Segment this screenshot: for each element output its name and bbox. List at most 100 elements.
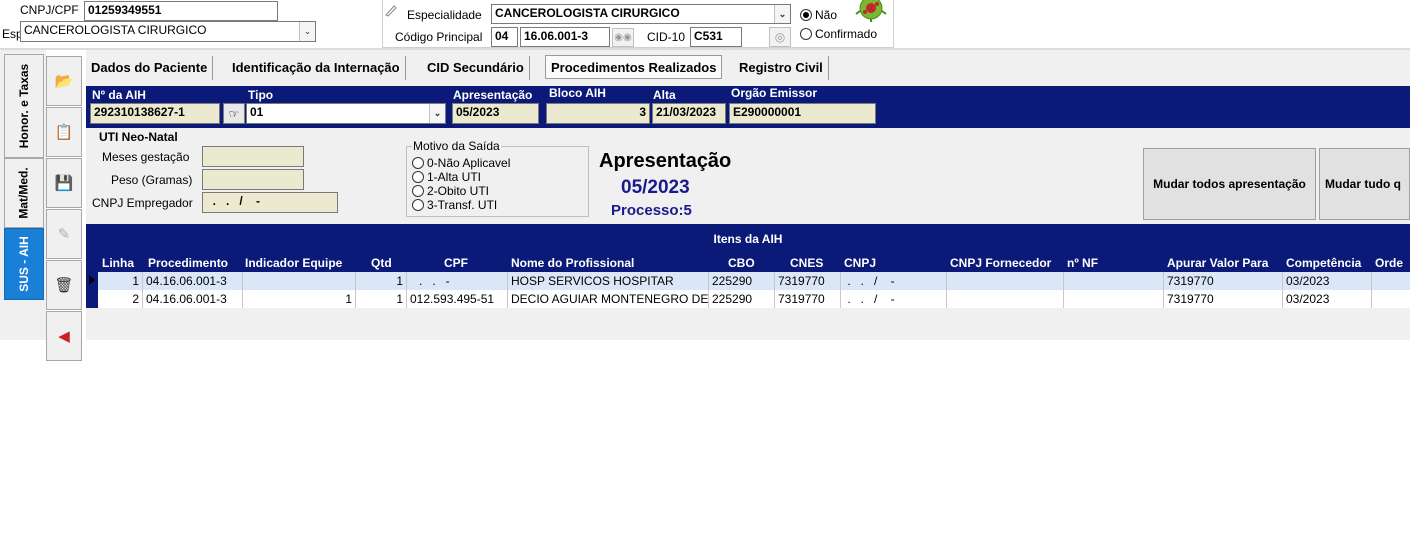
cnpj-empregador-field[interactable]: . . / - [202,192,338,213]
apresentacao-field[interactable]: 05/2023 [452,103,539,124]
cell-competencia[interactable]: 03/2023 [1283,290,1372,308]
col-procedimento[interactable]: Procedimento [148,256,228,270]
col-nome-profissional[interactable]: Nome do Profissional [511,256,634,270]
radio-motivo-0[interactable]: 0-Não Aplicavel [412,156,510,170]
cell-cnpj-fornecedor[interactable] [947,290,1064,308]
num-aih-field[interactable]: 292310138627-1 [90,103,220,124]
cell-cnpj[interactable]: . . / - [841,272,947,290]
col-cnpj[interactable]: CNPJ [844,256,876,270]
cell-cnpj-fornecedor[interactable] [947,272,1064,290]
report-icon[interactable]: 📋 [46,107,82,157]
cid10-field[interactable]: C531 [690,27,742,47]
codigo-principal-field[interactable]: 16.06.001-3 [520,27,610,47]
tipo-combo[interactable]: 01 ⌄ [246,103,446,124]
cell-linha[interactable]: 1 [98,272,143,290]
chevron-down-icon[interactable]: ⌄ [774,5,790,23]
table-row[interactable]: 2 04.16.06.001-3 1 1 012.593.495-51 DECI… [86,290,1410,308]
tab-procedimentos-realizados[interactable]: Procedimentos Realizados [545,55,723,79]
apresentacao-title: Apresentação [599,150,732,172]
cell-cpf[interactable]: . . - [407,272,508,290]
especialidade-combo[interactable]: CANCEROLOGISTA CIRURGICO ⌄ [491,4,791,24]
radio-nao[interactable]: Não [800,8,837,22]
radio-confirmado[interactable]: Confirmado [800,27,877,41]
mudar-tudo-button[interactable]: Mudar tudo q [1319,148,1410,220]
cell-ordem[interactable] [1372,290,1410,308]
orgao-emissor-field[interactable]: E290000001 [729,103,876,124]
mudar-todos-apresentacao-button[interactable]: Mudar todos apresentação [1143,148,1316,220]
cell-indicador-equipe[interactable] [243,272,356,290]
cell-apurar-valor[interactable]: 7319770 [1164,272,1283,290]
cell-cbo[interactable]: 225290 [709,272,775,290]
uti-neonatal-title: UTI Neo-Natal [99,130,178,144]
cell-apurar-valor[interactable]: 7319770 [1164,290,1283,308]
tab-mat-med[interactable]: Mat/Med. [4,158,44,228]
pointing-hand-icon[interactable]: ☞ [223,103,245,124]
cell-qtd[interactable]: 1 [356,272,407,290]
tab-dados-paciente[interactable]: Dados do Paciente [86,56,214,80]
cell-cnes[interactable]: 7319770 [775,290,841,308]
num-aih-label: Nº da AIH [92,88,146,102]
col-cbo[interactable]: CBO [728,256,755,270]
cell-ordem[interactable] [1372,272,1410,290]
cell-procedimento[interactable]: 04.16.06.001-3 [143,290,243,308]
alta-field[interactable]: 21/03/2023 [652,103,726,124]
cell-procedimento[interactable]: 04.16.06.001-3 [143,272,243,290]
table-row[interactable]: 1 04.16.06.001-3 1 . . - HOSP SERVICOS H… [86,272,1410,290]
radio-motivo-2[interactable]: 2-Obito UTI [412,184,489,198]
top-form-area: CNPJ/CPF 01259349551 Esp CANCEROLOGISTA … [0,0,1410,48]
col-competencia[interactable]: Competência [1286,256,1361,270]
especialidade-value: CANCEROLOGISTA CIRURGICO [495,6,680,20]
meses-gestacao-field[interactable] [202,146,304,167]
tab-sus-aih[interactable]: SUS - AIH [4,228,44,300]
col-cnpj-fornecedor[interactable]: CNPJ Fornecedor [950,256,1051,270]
col-qtd[interactable]: Qtd [371,256,392,270]
bloco-aih-field[interactable]: 3 [546,103,650,124]
chevron-down-icon[interactable]: ⌄ [299,22,315,41]
col-cnes[interactable]: CNES [790,256,823,270]
signature-icon[interactable]: ✎ [46,209,82,259]
tab-registro-civil[interactable]: Registro Civil [734,56,829,80]
radio-motivo-1[interactable]: 1-Alta UTI [412,170,481,184]
codigo-prefix-field[interactable]: 04 [491,27,518,47]
tab-honor-taxas[interactable]: Honor. e Taxas [4,54,44,158]
cell-linha[interactable]: 2 [98,290,143,308]
binoculars-icon[interactable]: ◉◉ [612,28,634,47]
especialidade-label: Especialidade [407,8,482,22]
especialidade-left-combo[interactable]: CANCEROLOGISTA CIRURGICO ⌄ [20,21,316,42]
cell-qtd[interactable]: 1 [356,290,407,308]
chevron-down-icon[interactable]: ⌄ [429,104,445,123]
disc-icon[interactable]: ◎ [769,27,791,47]
col-nf[interactable]: nº NF [1067,256,1098,270]
tab-cid-secundario[interactable]: CID Secundário [422,56,530,80]
cell-nome-profissional[interactable]: DECIO AGUIAR MONTENEGRO DE [508,290,709,308]
cell-nf[interactable] [1064,290,1164,308]
tab-identificacao-internacao[interactable]: Identificação da Internação [227,56,406,80]
tipo-value: 01 [250,105,264,119]
radio-motivo-3[interactable]: 3-Transf. UTI [412,198,497,212]
folder-open-icon[interactable]: 📂 [46,56,82,106]
trash-icon[interactable]: 🗑 [46,260,82,310]
cnpj-empregador-label: CNPJ Empregador [92,196,193,210]
cell-cpf[interactable]: 012.593.495-51 [407,290,508,308]
motivo-saida-title: Motivo da Saída [412,139,501,153]
save-icon[interactable]: 💾 [46,158,82,208]
col-cpf[interactable]: CPF [444,256,468,270]
col-linha[interactable]: Linha [102,256,134,270]
tool-column: 📂 📋 💾 ✎ 🗑 ◀ [46,54,84,361]
alta-label: Alta [653,88,676,102]
especialidade-left-value: CANCEROLOGISTA CIRURGICO [24,23,207,37]
cell-cbo[interactable]: 225290 [709,290,775,308]
row-indicator [86,290,98,308]
cell-cnpj[interactable]: . . / - [841,290,947,308]
cell-nome-profissional[interactable]: HOSP SERVICOS HOSPITAR [508,272,709,290]
col-ordem[interactable]: Orde [1375,256,1403,270]
peso-field[interactable] [202,169,304,190]
cell-nf[interactable] [1064,272,1164,290]
cell-competencia[interactable]: 03/2023 [1283,272,1372,290]
exit-arrow-icon[interactable]: ◀ [46,311,82,361]
cell-cnes[interactable]: 7319770 [775,272,841,290]
cell-indicador-equipe[interactable]: 1 [243,290,356,308]
col-apurar-valor[interactable]: Apurar Valor Para [1167,256,1268,270]
cnpj-field[interactable]: 01259349551 [84,1,278,21]
col-indicador-equipe[interactable]: Indicador Equipe [245,256,342,270]
